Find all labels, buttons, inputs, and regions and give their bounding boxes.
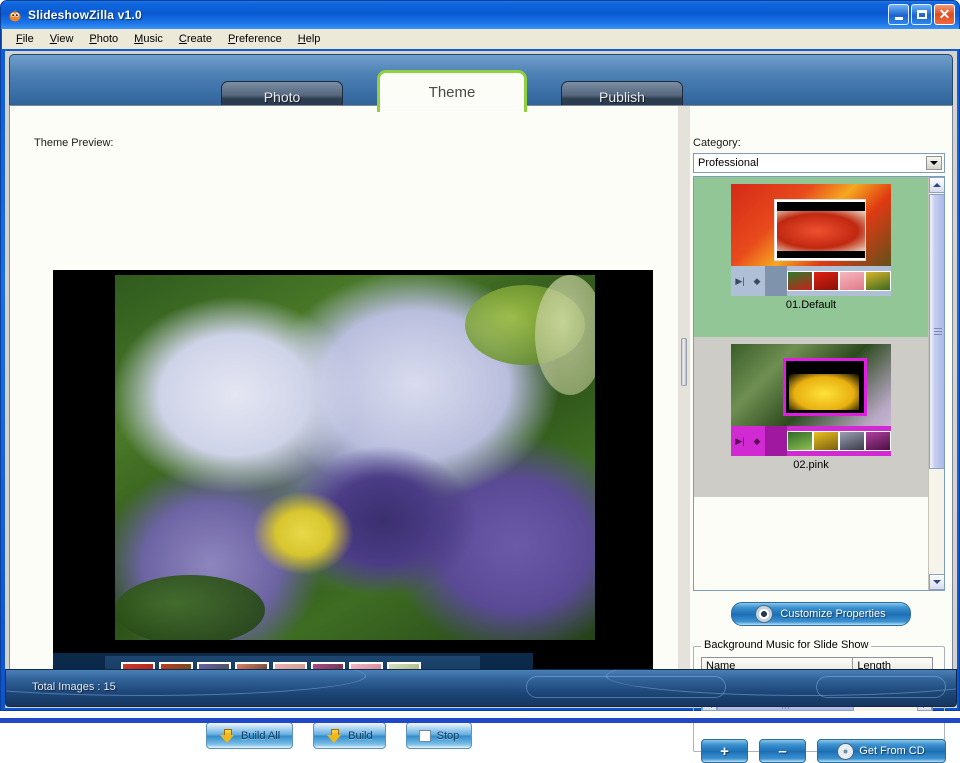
theme-list-item-default[interactable]: ▶| ◆ 01.Default (694, 177, 928, 337)
stop-button[interactable]: Stop (406, 722, 473, 749)
pane-splitter[interactable] (678, 106, 690, 700)
add-music-label: + (720, 743, 729, 760)
remove-music-label: – (778, 743, 786, 760)
download-arrow-icon (326, 729, 342, 743)
menu-item-music[interactable]: Music (127, 31, 172, 47)
build-button[interactable]: Build (313, 722, 385, 749)
desktop-strip (0, 711, 960, 723)
tab-theme[interactable]: Theme (377, 70, 527, 112)
theme-options-pane: Category: Professional (690, 106, 954, 700)
status-decor-pill-right (816, 676, 946, 698)
build-label: Build (348, 730, 372, 742)
theme-list-item-pink[interactable]: ▶| ◆ 02.pink (694, 337, 928, 497)
menu-item-help[interactable]: Help (291, 31, 330, 47)
build-button-row: Build All Build Stop (206, 722, 472, 749)
customize-properties-button[interactable]: Customize Properties (731, 602, 911, 626)
application-window: SlideshowZilla v1.0 ✕ File View Photo Mu… (0, 0, 960, 711)
window-controls: ✕ (888, 4, 955, 25)
theme-caption: 02.pink (793, 459, 828, 471)
status-text: Total Images : 15 (32, 681, 116, 693)
client-area: Photo Publish Theme Theme Preview: (5, 51, 957, 708)
preview-photo (115, 275, 595, 640)
menu-item-photo[interactable]: Photo (82, 31, 127, 47)
splitter-grip[interactable] (681, 338, 687, 386)
minimize-icon (895, 17, 903, 20)
gear-icon (756, 606, 772, 622)
menu-item-view[interactable]: View (43, 31, 83, 47)
menu-bar: File View Photo Music Create Preference … (2, 29, 960, 49)
category-value: Professional (698, 157, 759, 169)
theme-thumb-strip: ▶| ◆ (731, 266, 891, 296)
build-all-button[interactable]: Build All (206, 722, 293, 749)
maximize-icon (917, 10, 927, 19)
download-arrow-icon (219, 729, 235, 743)
tab-theme-label: Theme (429, 84, 476, 101)
stop-square-icon (419, 730, 431, 742)
cd-icon (838, 744, 853, 759)
theme-thumbnail: ▶| ◆ (731, 344, 891, 456)
scroll-thumb[interactable] (929, 194, 945, 469)
close-icon: ✕ (939, 7, 951, 21)
menu-item-create[interactable]: Create (172, 31, 221, 47)
scroll-down-button[interactable] (929, 574, 945, 590)
theme-caption: 01.Default (786, 299, 836, 311)
menu-item-file[interactable]: File (9, 31, 43, 47)
category-label: Category: (693, 137, 741, 149)
music-group-legend: Background Music for Slide Show (701, 639, 871, 651)
customize-properties-label: Customize Properties (780, 608, 885, 620)
theme-thumb-strip: ▶| ◆ (731, 426, 891, 456)
maximize-button[interactable] (911, 4, 932, 25)
tab-photo-label: Photo (264, 89, 301, 105)
tab-bar-backdrop: Photo Publish Theme (9, 54, 953, 111)
theme-list-scrollbar[interactable] (928, 177, 944, 590)
add-music-button[interactable]: + (701, 739, 748, 763)
title-bar: SlideshowZilla v1.0 ✕ (1, 1, 959, 29)
build-all-label: Build All (241, 730, 280, 742)
get-from-cd-button[interactable]: Get From CD (817, 739, 946, 763)
theme-preview-label: Theme Preview: (34, 137, 113, 149)
minimize-button[interactable] (888, 4, 909, 25)
theme-thumbnail: ▶| ◆ (731, 184, 891, 296)
get-from-cd-label: Get From CD (859, 745, 924, 757)
tab-bar: Photo Publish Theme (10, 55, 952, 112)
app-icon (7, 7, 23, 23)
stop-label: Stop (437, 730, 460, 742)
window-title: SlideshowZilla v1.0 (28, 8, 142, 22)
tab-content-panel: Theme Preview: ❙❙ ⏮ ◀ ▶ ⏭ (9, 105, 953, 701)
theme-list[interactable]: ▶| ◆ 01.Default (693, 176, 945, 591)
category-dropdown[interactable]: Professional (693, 153, 945, 173)
music-button-row: + – Get From CD (701, 739, 946, 763)
scroll-up-button[interactable] (929, 177, 945, 193)
chevron-down-icon[interactable] (926, 156, 942, 170)
status-bar: Total Images : 15 (5, 669, 957, 707)
remove-music-button[interactable]: – (759, 739, 806, 763)
theme-preview-stage: ❙❙ ⏮ ◀ ▶ ⏭ (53, 270, 653, 697)
menu-item-preference[interactable]: Preference (221, 31, 291, 47)
tab-publish-label: Publish (599, 89, 645, 105)
close-button[interactable]: ✕ (934, 4, 955, 25)
status-decor-pill-mid (526, 676, 726, 698)
preview-pane: Theme Preview: ❙❙ ⏮ ◀ ▶ ⏭ (10, 106, 678, 700)
